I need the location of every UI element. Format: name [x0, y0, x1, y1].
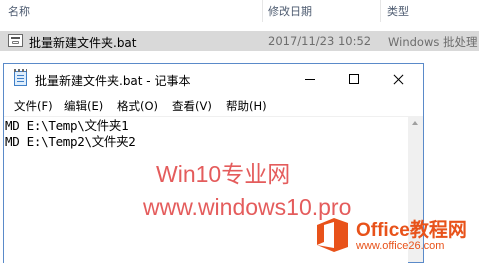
menu-help[interactable]: 帮助(H) — [226, 98, 267, 114]
close-button[interactable] — [376, 64, 420, 94]
file-row-selected[interactable]: 批量新建文件夹.bat 2017/11/23 10:52 Windows 批处理 — [0, 31, 479, 51]
column-header-name[interactable]: 名称 — [8, 3, 30, 19]
menu-format[interactable]: 格式(O) — [117, 98, 158, 114]
window-title: 批量新建文件夹.bat - 记事本 — [35, 74, 191, 88]
file-explorer: 名称 修改日期 类型 批量新建文件夹.bat 2017/11/23 10:52 … — [0, 0, 479, 60]
column-header-date[interactable]: 修改日期 — [268, 3, 312, 19]
notepad-icon[interactable] — [14, 69, 27, 86]
title-bar[interactable]: 批量新建文件夹.bat - 记事本 — [4, 64, 423, 94]
office-icon — [317, 218, 348, 252]
column-header-type[interactable]: 类型 — [387, 3, 409, 19]
menu-edit[interactable]: 编辑(E) — [64, 98, 103, 114]
minimize-button[interactable] — [288, 64, 332, 94]
editor-line: MD E:\Temp2\文件夹2 — [5, 134, 136, 149]
batch-file-icon — [8, 34, 23, 47]
menu-view[interactable]: 查看(V) — [172, 98, 212, 114]
editor-line: MD E:\Temp\文件夹1 — [5, 118, 129, 133]
column-divider[interactable] — [262, 0, 263, 22]
menu-file[interactable]: 文件(F) — [14, 98, 53, 114]
file-date-modified: 2017/11/23 10:52 — [268, 34, 372, 48]
file-name: 批量新建文件夹.bat — [29, 36, 137, 50]
column-divider[interactable] — [380, 0, 381, 22]
office-brand-text: Office教程网 — [356, 220, 467, 241]
office-site-url: www.office26.com — [356, 240, 445, 252]
maximize-button[interactable] — [332, 64, 376, 94]
file-type: Windows 批处理 — [388, 35, 478, 49]
column-header-row: 名称 修改日期 类型 — [0, 0, 479, 22]
menu-bar: 文件(F) 编辑(E) 格式(O) 查看(V) 帮助(H) — [4, 95, 423, 115]
watermark-text: Win10专业网 — [156, 161, 291, 187]
office-logo: Office教程网 www.office26.com — [312, 213, 479, 263]
